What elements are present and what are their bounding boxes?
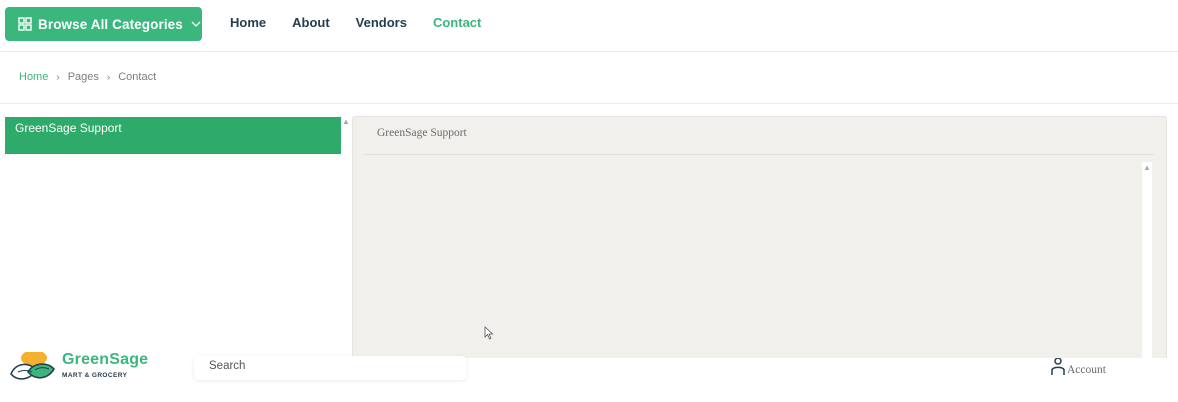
panel-divider <box>363 154 1154 155</box>
breadcrumb-home[interactable]: Home <box>19 71 48 83</box>
breadcrumb-bar: Home › Pages › Contact <box>0 52 1178 104</box>
support-tab[interactable]: GreenSage Support <box>5 117 341 154</box>
grid-icon <box>18 17 32 31</box>
panel-scrollbar[interactable]: ▲ <box>1142 162 1152 362</box>
chevron-down-icon <box>191 21 201 27</box>
nav-vendors[interactable]: Vendors <box>356 15 407 30</box>
scroll-up-arrow-icon[interactable]: ▲ <box>342 117 350 126</box>
account-label: Account <box>1067 364 1106 376</box>
main-nav: Home About Vendors Contact <box>230 15 507 30</box>
account-link[interactable]: Account <box>1050 358 1106 376</box>
breadcrumb-separator: › <box>56 71 60 83</box>
browse-categories-button[interactable]: Browse All Categories <box>5 7 202 41</box>
support-panel: GreenSage Support ▲ <box>352 116 1167 362</box>
site-header: GreenSage MART & GROCERY Search Account <box>0 351 1178 402</box>
breadcrumb-separator: › <box>106 71 111 83</box>
search-input[interactable]: Search <box>194 356 466 380</box>
brand-subtitle: MART & GROCERY <box>62 372 128 379</box>
support-tab-label: GreenSage Support <box>15 121 122 135</box>
nav-about[interactable]: About <box>292 15 330 30</box>
greensage-logo-icon[interactable] <box>8 352 58 386</box>
breadcrumb: Home › Pages › Contact <box>19 71 156 83</box>
browse-categories-label: Browse All Categories <box>38 16 183 32</box>
panel-title: GreenSage Support <box>377 127 467 139</box>
breadcrumb-pages[interactable]: Pages <box>68 71 99 83</box>
breadcrumb-contact: Contact <box>118 71 157 83</box>
page: Browse All Categories Home About Vendors… <box>0 0 1178 402</box>
left-scrollbar[interactable]: ▲ <box>341 117 351 357</box>
user-icon <box>1051 358 1065 375</box>
nav-home[interactable]: Home <box>230 15 266 30</box>
top-navigation: Browse All Categories Home About Vendors… <box>0 0 1178 52</box>
mouse-cursor-icon <box>484 326 494 340</box>
brand-name[interactable]: GreenSage <box>62 351 148 369</box>
scroll-up-arrow-icon[interactable]: ▲ <box>1143 163 1151 172</box>
nav-contact[interactable]: Contact <box>433 15 481 30</box>
